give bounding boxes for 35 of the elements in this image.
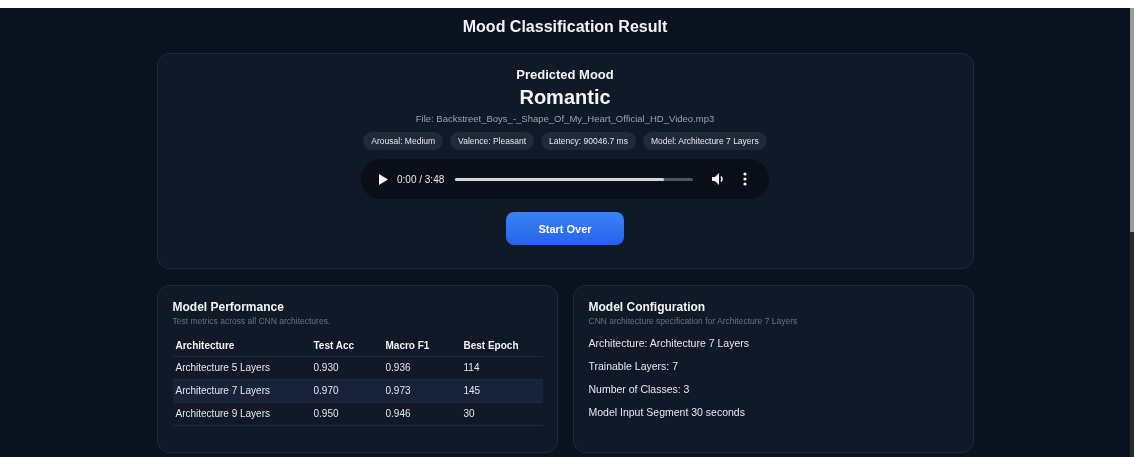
playback-time: 0:00 / 3:48 bbox=[397, 173, 445, 185]
table-cell: 0.946 bbox=[382, 402, 461, 426]
card-subtitle: CNN architecture specification for Architecture 7 Layers bbox=[588, 316, 799, 326]
table-cell: Architecture 9 Layers bbox=[172, 402, 311, 426]
scrollbar[interactable] bbox=[1130, 8, 1134, 457]
info-tag: Latency: 90046.7 ms bbox=[541, 132, 636, 150]
table-cell: 0.936 bbox=[382, 356, 461, 380]
table-cell: 114 bbox=[460, 356, 543, 380]
volume-icon[interactable] bbox=[712, 173, 726, 185]
table-cell: Architecture 7 Layers bbox=[172, 379, 311, 403]
page-title: Mood Classification Result bbox=[462, 17, 668, 37]
file-name: File: Backstreet_Boys_-_Shape_Of_My_Heart_Official_HD_Video.mp3 bbox=[415, 113, 715, 124]
table-cell: 30 bbox=[460, 402, 543, 426]
info-tag: Model: Architecture 7 Layers bbox=[642, 132, 767, 150]
info-tag: Valence: Pleasant bbox=[450, 132, 534, 150]
config-item: Trainable Layers: 7 bbox=[588, 359, 679, 373]
table-cell: Architecture 5 Layers bbox=[172, 356, 311, 380]
config-item: Number of Classes: 3 bbox=[588, 382, 691, 396]
column-header: Macro F1 bbox=[382, 336, 461, 357]
more-options-icon[interactable] bbox=[743, 172, 747, 186]
table-cell: 0.930 bbox=[310, 356, 383, 380]
play-icon[interactable] bbox=[379, 173, 388, 185]
column-header: Architecture bbox=[172, 336, 311, 357]
config-item: Model Input Segment 30 seconds bbox=[588, 405, 746, 419]
card-subtitle: Test metrics across all CNN architectures. bbox=[172, 316, 332, 326]
start-over-button[interactable]: Start Over bbox=[506, 212, 624, 245]
column-header: Best Epoch bbox=[460, 336, 543, 357]
column-header: Test Acc bbox=[310, 336, 383, 357]
predicted-mood-heading: Predicted Mood bbox=[516, 67, 614, 83]
card-title: Model Performance bbox=[172, 300, 285, 315]
card-title: Model Configuration bbox=[588, 300, 707, 315]
info-tag: Arousal: Medium bbox=[363, 132, 444, 150]
mood-label: Romantic bbox=[519, 85, 611, 109]
config-item: Architecture: Architecture 7 Layers bbox=[588, 336, 750, 350]
table-cell: 0.950 bbox=[310, 402, 383, 426]
